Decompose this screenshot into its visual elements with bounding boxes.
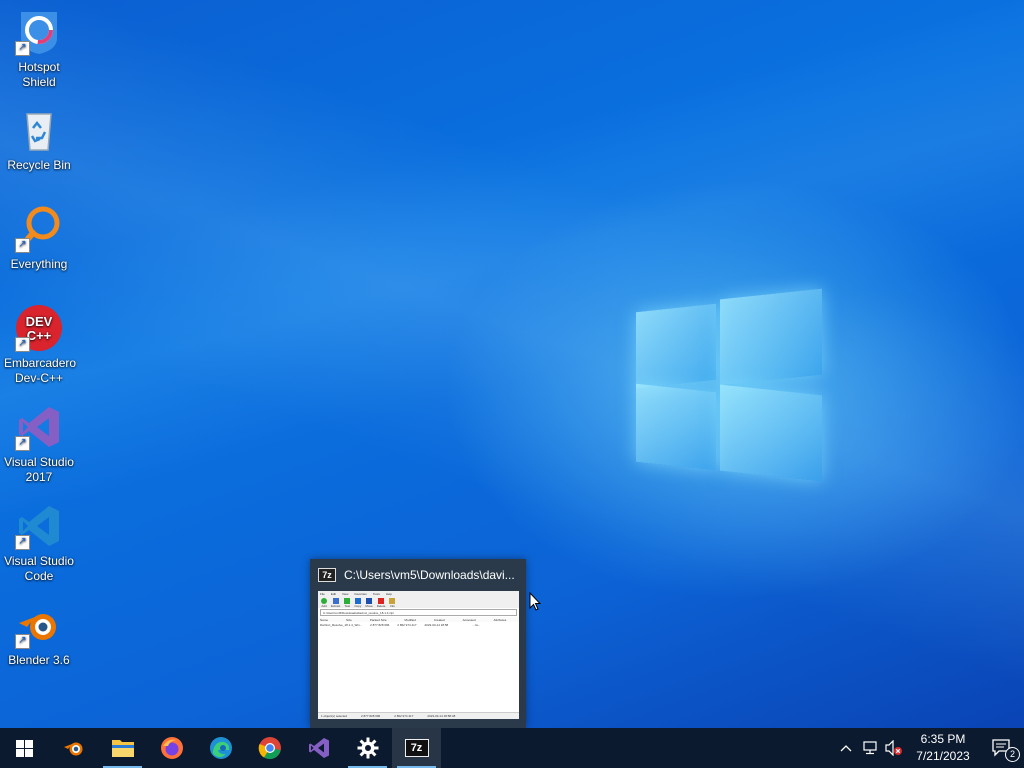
firefox-icon — [160, 737, 183, 759]
desktop-icon-label: Hotspot Shield — [18, 60, 60, 89]
notification-count-badge: 2 — [1005, 747, 1020, 762]
show-hidden-icons-button[interactable] — [834, 728, 858, 768]
edge-icon — [209, 737, 232, 759]
7zip-icon: 7z — [404, 739, 429, 757]
folder-icon — [111, 740, 134, 757]
thumbnail-window-preview: File Edit View Favorites Tools Help Add Ext… — [318, 591, 519, 719]
shortcut-arrow-icon: ↗ — [15, 535, 30, 550]
system-tray: 6:35 PM 7/21/2023 2 — [834, 728, 1024, 768]
thumbnail-title-bar: 7z C:\Users\vm5\Downloads\davi... — [318, 567, 520, 583]
desktop-icon-recycle-bin[interactable]: Recycle Bin — [4, 106, 74, 173]
7zip-icon: 7z — [318, 568, 336, 582]
clock-time: 6:35 PM — [920, 732, 966, 746]
gear-icon — [357, 737, 378, 759]
mouse-cursor-icon — [529, 592, 541, 611]
desktop-icon-label: Recycle Bin — [7, 158, 71, 172]
shortcut-arrow-icon: ↗ — [15, 634, 30, 649]
taskbar-thumbnail-preview[interactable]: 7z C:\Users\vm5\Downloads\davi... File Ed… — [310, 559, 526, 728]
clock-date: 7/21/2023 — [916, 749, 970, 763]
taskbar-app-chrome[interactable] — [245, 728, 294, 768]
desktop-icon-vscode[interactable]: ↗ Visual Studio Code — [4, 502, 74, 584]
taskbar-app-visual-studio[interactable] — [294, 728, 343, 768]
thumbnail-title: C:\Users\vm5\Downloads\davi... — [344, 568, 515, 582]
volume-button[interactable] — [882, 728, 906, 768]
wallpaper-windows-logo — [636, 288, 822, 482]
taskbar-app-file-explorer[interactable] — [98, 728, 147, 768]
recycle-bin-icon — [15, 106, 63, 154]
dev-cpp-icon: DEV C++ ↗ — [15, 304, 63, 352]
desktop-icon-blender[interactable]: ↗ Blender 3.6 — [4, 601, 74, 668]
desktop-icon-label: Blender 3.6 — [8, 653, 70, 667]
shortcut-arrow-icon: ↗ — [15, 41, 30, 56]
vscode-icon: ↗ — [15, 502, 63, 550]
taskbar: 7z 6:35 PM 7/21/2023 2 — [0, 728, 1024, 768]
desktop-icon-hotspot-shield[interactable]: ↗ Hotspot Shield — [4, 8, 74, 90]
taskbar-app-edge[interactable] — [196, 728, 245, 768]
network-button[interactable] — [858, 728, 882, 768]
preview-address-bar: C:\Users\vm5\Downloads\davinci_resolve_1… — [320, 609, 517, 616]
visual-studio-icon — [308, 738, 329, 758]
chrome-icon — [258, 737, 281, 760]
desktop-icon-label: Visual Studio 2017 — [4, 455, 74, 484]
chevron-up-icon — [840, 745, 852, 752]
preview-status-bar: 1 object(s) selected 2 877 828 696 2 862 … — [318, 712, 519, 719]
taskbar-app-7zip[interactable]: 7z — [392, 728, 441, 768]
taskbar-app-settings[interactable] — [343, 728, 392, 768]
svg-text:C++: C++ — [27, 328, 52, 343]
start-button[interactable] — [0, 728, 49, 768]
desktop-icon-label: Visual Studio Code — [4, 554, 74, 583]
shortcut-arrow-icon: ↗ — [15, 238, 30, 253]
taskbar-app-blender[interactable] — [49, 728, 98, 768]
desktop-icon-label: Embarcadero Dev-C++ — [4, 356, 77, 385]
volume-muted-icon — [885, 740, 902, 756]
network-icon — [863, 741, 877, 755]
shortcut-arrow-icon: ↗ — [15, 436, 30, 451]
desktop-icon-visual-studio-2017[interactable]: ↗ Visual Studio 2017 — [4, 403, 74, 485]
desktop-icon-everything[interactable]: ↗ Everything — [4, 205, 74, 272]
windows-start-icon — [16, 739, 33, 757]
taskbar-app-firefox[interactable] — [147, 728, 196, 768]
shortcut-arrow-icon: ↗ — [15, 337, 30, 352]
hotspot-shield-icon: ↗ — [15, 8, 63, 56]
taskbar-clock[interactable]: 6:35 PM 7/21/2023 — [906, 731, 980, 765]
preview-toolbar: Add Extract Test Copy Move Delete Info — [318, 596, 519, 608]
visual-studio-icon: ↗ — [15, 403, 63, 451]
blender-icon: ↗ — [15, 601, 63, 649]
action-center-button[interactable]: 2 — [980, 728, 1024, 768]
preview-file-row: DaVinci_Resolve_18.1.4_Win... 2 877 828 6… — [320, 622, 481, 627]
everything-search-icon: ↗ — [15, 205, 63, 253]
svg-text:DEV: DEV — [26, 314, 53, 329]
desktop-icon-dev-cpp[interactable]: DEV C++ ↗ Embarcadero Dev-C++ — [4, 304, 77, 386]
blender-icon — [63, 742, 82, 756]
desktop-icon-label: Everything — [10, 257, 68, 271]
